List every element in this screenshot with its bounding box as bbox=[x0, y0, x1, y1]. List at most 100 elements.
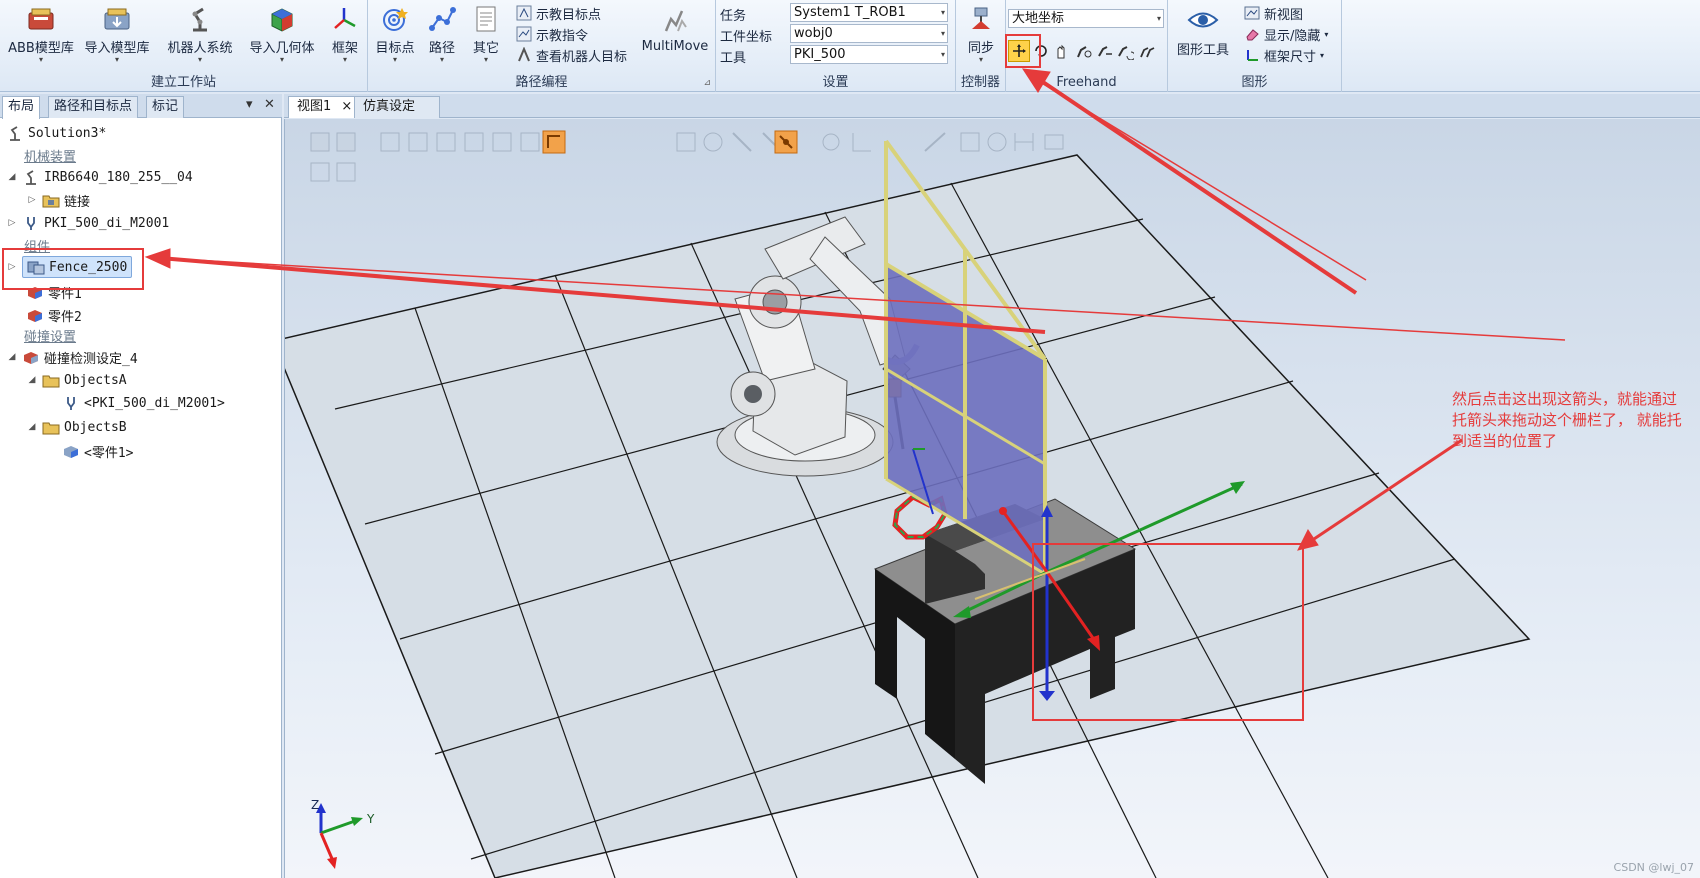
frame-size-button[interactable]: 框架尺寸 ▾ bbox=[1244, 45, 1324, 65]
tree-item-links-label: 链接 bbox=[64, 194, 91, 210]
sync-label: 同步 bbox=[967, 41, 994, 56]
collapse-icon[interactable]: ◢ bbox=[6, 172, 18, 182]
target-button[interactable]: 目标点 ▾ bbox=[372, 2, 418, 64]
ribbon-group-graphics: 图形工具 新视图 显示/隐藏 ▾ 框架尺寸 ▾ 图形 bbox=[1168, 0, 1342, 92]
measure-diameter-icon bbox=[960, 132, 980, 152]
teach-target-icon bbox=[516, 5, 532, 21]
tab-view1[interactable]: 视图1 × bbox=[288, 96, 362, 118]
ribbon-group-path: 目标点 ▾ 路径 ▾ 其它 ▾ 示教目标点 示教指令 查看机器人目标 Multi… bbox=[368, 0, 716, 92]
dialog-launcher-icon[interactable]: ⊿ bbox=[703, 78, 711, 88]
sync-icon bbox=[965, 4, 997, 34]
multimove-button[interactable]: MultiMove bbox=[640, 2, 710, 64]
abb-library-label: ABB模型库 bbox=[8, 41, 74, 56]
tree-item-robot[interactable]: ◢ IRB6640_180_255__04 bbox=[6, 166, 193, 188]
jog-linear-icon[interactable] bbox=[1094, 40, 1116, 62]
frame-button[interactable]: 框架 ▾ bbox=[326, 2, 364, 64]
collapse-icon[interactable]: ◢ bbox=[26, 375, 38, 385]
path-icon bbox=[426, 4, 458, 34]
tree-item-objects-a-child-label: <PKI_500_di_M2001> bbox=[84, 395, 225, 411]
robot-system-button[interactable]: 机器人系统 ▾ bbox=[162, 2, 238, 64]
scene-canvas[interactable]: Z Y bbox=[285, 119, 1700, 878]
axis-y-label: Y bbox=[366, 812, 375, 826]
freehand-frame-value: 大地坐标 bbox=[1012, 11, 1065, 26]
jog-joint-icon[interactable] bbox=[1072, 40, 1094, 62]
tree-item-tool[interactable]: ▷ PKI_500_di_M2001 bbox=[6, 212, 170, 234]
robotstudio-window: ABB模型库 ▾ 导入模型库 ▾ 机器人系统 ▾ 导入几何体 ▾ 框架 ▾ 建立… bbox=[0, 0, 1700, 878]
path-button[interactable]: 路径 ▾ bbox=[422, 2, 462, 64]
import-geometry-label: 导入几何体 bbox=[249, 41, 315, 56]
tree-root-label: Solution3* bbox=[28, 125, 107, 141]
teach-target-button[interactable]: 示教目标点 bbox=[516, 3, 601, 23]
layout-pane: 布局 路径和目标点 标记 ▾ ✕ Solution3* 机械装置 ◢ IRB66… bbox=[0, 94, 282, 878]
teach-target-label: 示教目标点 bbox=[536, 7, 602, 23]
tree-item-objects-b-child[interactable]: <零件1> bbox=[62, 440, 133, 462]
drag-icon[interactable] bbox=[1050, 40, 1072, 62]
tree-root[interactable]: Solution3* bbox=[6, 122, 106, 144]
snap-local-icon bbox=[520, 132, 540, 152]
ribbon-group-settings: 任务 System1 T_ROB1 ▾ 工件坐标 wobj0 ▾ 工具 PKI_50… bbox=[716, 0, 956, 92]
expand-icon[interactable]: ▷ bbox=[26, 195, 38, 205]
eye-icon bbox=[1187, 4, 1219, 36]
folder-icon bbox=[42, 418, 60, 436]
teach-instruction-button[interactable]: 示教指令 bbox=[516, 24, 588, 44]
jog-reorient-icon[interactable] bbox=[1114, 40, 1136, 62]
view-settings-icon bbox=[1044, 134, 1064, 150]
ribbon-group-controller: 同步 ▾ 控制器 bbox=[956, 0, 1006, 92]
tree-item-robot-label: IRB6640_180_255__04 bbox=[44, 169, 193, 185]
other-button[interactable]: 其它 ▾ bbox=[466, 2, 506, 64]
teach-instruction-icon bbox=[516, 26, 532, 42]
tree-item-links[interactable]: ▷ 链接 bbox=[26, 189, 90, 211]
sync-button[interactable]: 同步 ▾ bbox=[960, 2, 1002, 64]
snap-edge-icon bbox=[436, 132, 456, 152]
tree-item-objects-b-child-label: <零件1> bbox=[84, 445, 134, 461]
snap-end-icon bbox=[492, 132, 512, 152]
robot-system-label: 机器人系统 bbox=[167, 41, 233, 56]
task-value: System1 T_ROB1 bbox=[794, 5, 906, 20]
tree-item-objects-b[interactable]: ◢ ObjectsB bbox=[26, 416, 127, 438]
expand-icon[interactable]: ▷ bbox=[6, 218, 18, 228]
group-label-freehand: Freehand bbox=[1056, 75, 1117, 90]
viewport-toolbar[interactable] bbox=[310, 132, 1064, 182]
import-geometry-button[interactable]: 导入几何体 ▾ bbox=[246, 2, 318, 64]
new-view-button[interactable]: 新视图 bbox=[1244, 3, 1303, 23]
tree-item-objects-a[interactable]: ◢ ObjectsA bbox=[26, 369, 127, 391]
collapse-icon[interactable]: ◢ bbox=[26, 422, 38, 432]
highlight-fence-item bbox=[2, 248, 144, 290]
freehand-frame-select[interactable]: 大地坐标 ▾ bbox=[1008, 9, 1164, 28]
links-folder-icon bbox=[42, 191, 60, 209]
group-label-settings: 设置 bbox=[822, 75, 849, 90]
import-library-button[interactable]: 导入模型库 ▾ bbox=[80, 2, 154, 64]
tool-value: PKI_500 bbox=[794, 47, 846, 62]
tab-layout[interactable]: 布局 bbox=[2, 96, 41, 119]
show-hide-button[interactable]: 显示/隐藏 ▾ bbox=[1244, 24, 1328, 44]
import-library-label: 导入模型库 bbox=[84, 41, 150, 56]
pane-close-icon[interactable]: ✕ bbox=[264, 97, 275, 112]
layout-pane-tabs: 布局 路径和目标点 标记 ▾ ✕ bbox=[0, 94, 282, 119]
collapse-icon[interactable]: ◢ bbox=[6, 352, 18, 362]
tab-close-icon[interactable]: × bbox=[341, 99, 352, 114]
wobj-select[interactable]: wobj0 ▾ bbox=[790, 24, 948, 43]
tab-paths-targets[interactable]: 路径和目标点 bbox=[48, 96, 139, 118]
tab-simulation-settings[interactable]: 仿真设定 bbox=[354, 96, 440, 118]
pane-pin-icon[interactable]: ▾ bbox=[246, 97, 253, 112]
view-robot-target-button[interactable]: 查看机器人目标 bbox=[516, 45, 627, 65]
tree-item-part2[interactable]: 零件2 bbox=[26, 304, 82, 326]
group-label-path: 路径编程 bbox=[515, 75, 568, 90]
tree-item-objects-a-child[interactable]: <PKI_500_di_M2001> bbox=[62, 392, 225, 414]
task-select[interactable]: System1 T_ROB1 ▾ bbox=[790, 3, 948, 22]
wobj-value: wobj0 bbox=[794, 26, 833, 41]
new-view-icon bbox=[1244, 5, 1260, 21]
snap-line-icon bbox=[732, 132, 752, 152]
highlight-gizmo bbox=[1032, 543, 1304, 721]
graphics-tools-button[interactable]: 图形工具 bbox=[1170, 2, 1236, 64]
path-label: 路径 bbox=[428, 41, 455, 56]
tool-select[interactable]: PKI_500 ▾ bbox=[790, 45, 948, 64]
multi-robot-jog-icon[interactable] bbox=[1136, 40, 1158, 62]
part-icon bbox=[26, 306, 44, 324]
tree-item-collision-set[interactable]: ◢ 碰撞检测设定_4 bbox=[6, 346, 138, 368]
graphics-tools-label: 图形工具 bbox=[1176, 43, 1229, 58]
tab-tags[interactable]: 标记 bbox=[146, 96, 185, 118]
3d-viewport[interactable]: Z Y CSDN @lwj_07 bbox=[284, 119, 1700, 878]
abb-library-button[interactable]: ABB模型库 ▾ bbox=[6, 2, 76, 64]
frame-size-icon bbox=[1244, 47, 1260, 63]
